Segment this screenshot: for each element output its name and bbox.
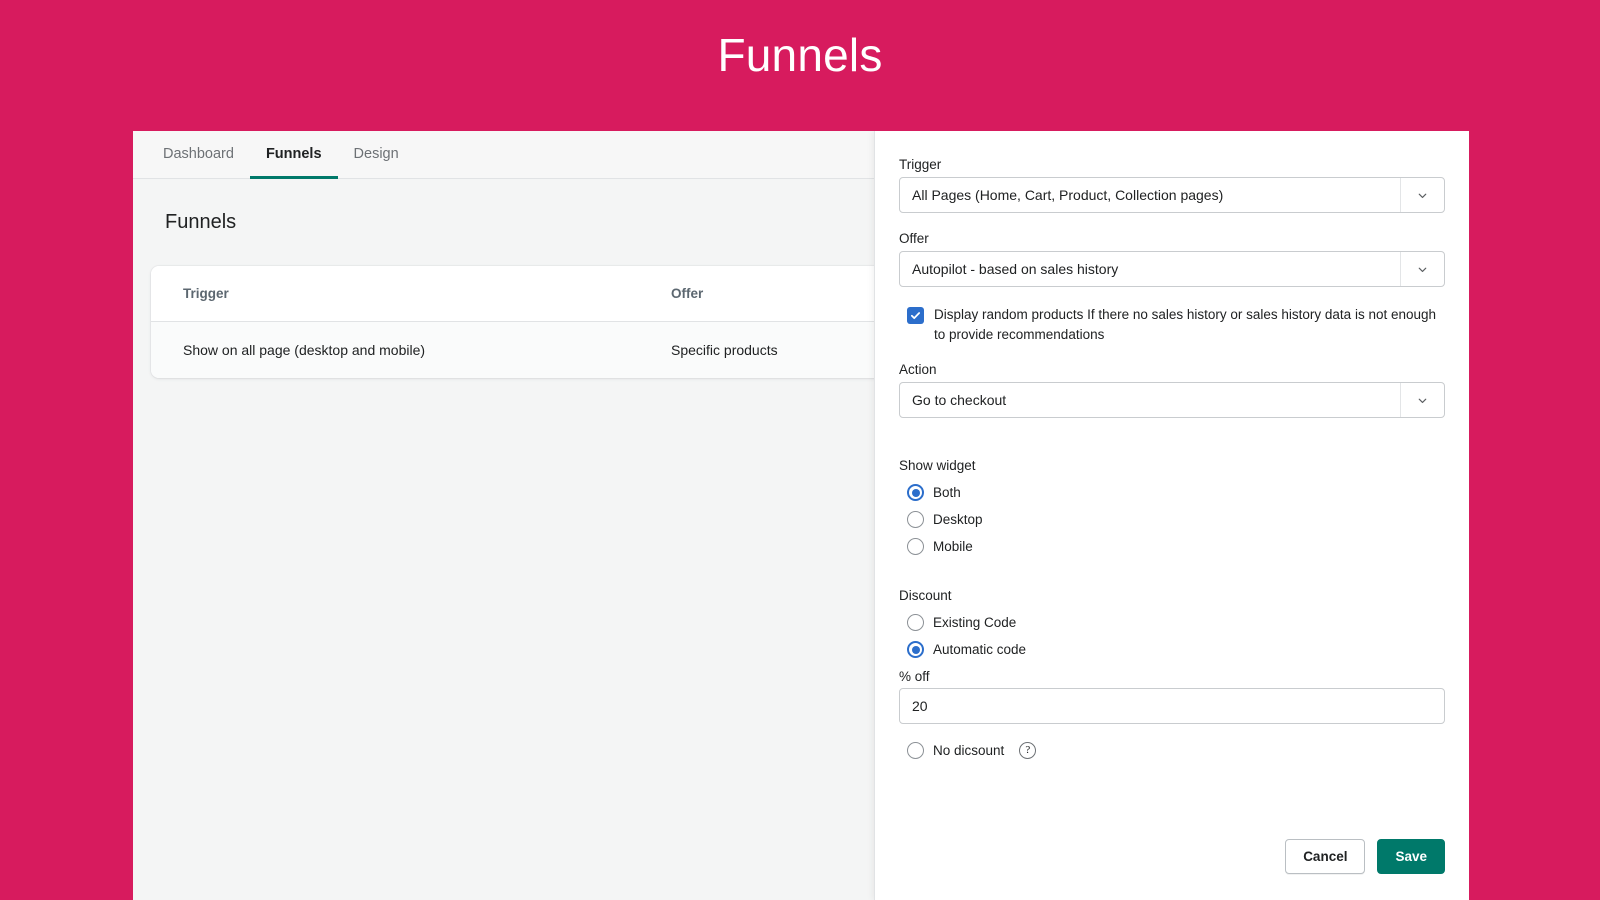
tab-funnels-label: Funnels [265, 145, 322, 162]
radio-label-both: Both [933, 485, 961, 501]
tab-funnels[interactable]: Funnels [249, 131, 338, 179]
table-row[interactable]: Show on all page (desktop and mobile) Sp… [151, 322, 911, 378]
radio-discount-automatic-code[interactable]: Automatic code [907, 636, 1445, 663]
section-heading: Funnels [165, 211, 237, 233]
trigger-select[interactable]: All Pages (Home, Cart, Product, Collecti… [899, 177, 1445, 213]
panel-footer-actions: Cancel Save [1285, 839, 1445, 874]
random-products-checkbox-row[interactable]: Display random products If there no sale… [907, 305, 1445, 344]
tab-design[interactable]: Design [338, 131, 415, 179]
percent-off-label: % off [899, 669, 930, 685]
radio-unselected-icon[interactable] [907, 742, 924, 760]
chevron-down-icon [1400, 252, 1444, 286]
table-header-row: Trigger Offer [151, 266, 911, 322]
show-widget-label: Show widget [899, 458, 976, 474]
radio-unselected-icon[interactable] [907, 538, 924, 556]
cell-trigger: Show on all page (desktop and mobile) [183, 342, 426, 358]
radio-show-widget-desktop[interactable]: Desktop [907, 506, 1445, 533]
percent-off-value: 20 [912, 698, 928, 715]
tab-dashboard[interactable]: Dashboard [147, 131, 250, 179]
page-title: Funnels [717, 29, 883, 81]
radio-discount-no-discount[interactable]: No dicsount ? [907, 737, 1445, 764]
radio-discount-existing-code[interactable]: Existing Code [907, 609, 1445, 636]
app-window: Dashboard Funnels Design Funnels Trigger… [133, 131, 1469, 900]
radio-unselected-icon[interactable] [907, 614, 924, 632]
action-label: Action [899, 362, 937, 378]
radio-label-no-discount: No dicsount [933, 743, 1005, 759]
column-header-trigger: Trigger [183, 286, 229, 301]
chevron-down-icon [1400, 178, 1444, 212]
radio-label-automatic-code: Automatic code [933, 642, 1027, 658]
radio-label-desktop: Desktop [933, 512, 983, 528]
percent-off-input[interactable]: 20 [899, 688, 1445, 725]
radio-label-existing-code: Existing Code [933, 615, 1017, 631]
tab-bar: Dashboard Funnels Design [133, 131, 874, 179]
offer-label: Offer [899, 231, 929, 246]
discount-radio-group: Existing Code Automatic code [899, 609, 1445, 663]
funnel-settings-panel: Trigger All Pages (Home, Cart, Product, … [874, 131, 1469, 900]
discount-label: Discount [899, 588, 952, 604]
radio-unselected-icon[interactable] [907, 511, 924, 529]
radio-label-mobile: Mobile [933, 539, 973, 555]
main-content-region: Dashboard Funnels Design Funnels Trigger… [133, 131, 911, 900]
random-products-label: Display random products If there no sale… [934, 307, 1437, 342]
chevron-down-icon [1400, 383, 1444, 418]
trigger-label: Trigger [899, 157, 942, 172]
show-widget-radio-group: Both Desktop Mobile [899, 479, 1445, 560]
tab-design-label: Design [353, 145, 399, 162]
action-select-value: Go to checkout [912, 392, 1007, 409]
offer-select-value: Autopilot - based on sales history [912, 261, 1119, 277]
tab-dashboard-label: Dashboard [163, 145, 234, 162]
action-select[interactable]: Go to checkout [899, 382, 1445, 419]
funnels-table: Trigger Offer Show on all page (desktop … [151, 266, 911, 378]
radio-show-widget-mobile[interactable]: Mobile [907, 533, 1445, 560]
radio-selected-icon[interactable] [907, 484, 924, 502]
help-icon[interactable]: ? [1019, 742, 1037, 760]
trigger-select-value: All Pages (Home, Cart, Product, Collecti… [912, 187, 1224, 203]
radio-show-widget-both[interactable]: Both [907, 479, 1445, 506]
checkbox-checked-icon[interactable] [907, 307, 924, 324]
save-button[interactable]: Save [1377, 839, 1445, 874]
cancel-button[interactable]: Cancel [1285, 839, 1366, 874]
offer-select[interactable]: Autopilot - based on sales history [899, 251, 1445, 287]
radio-selected-icon[interactable] [907, 641, 924, 659]
